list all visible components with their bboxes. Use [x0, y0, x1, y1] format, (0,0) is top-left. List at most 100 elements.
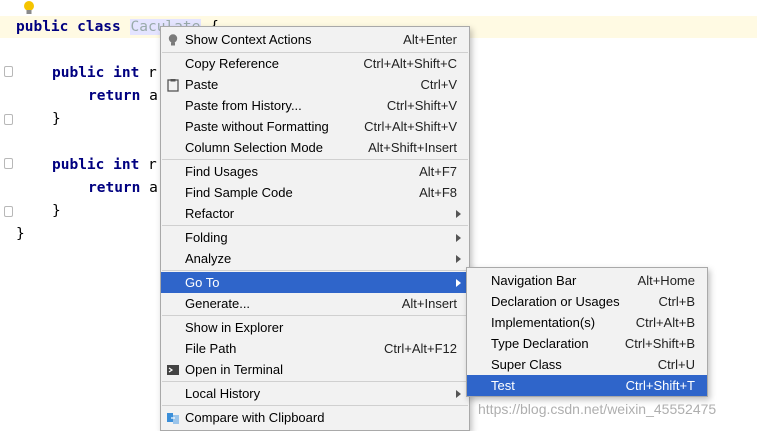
- menu-item-label: Find Usages: [185, 164, 258, 179]
- menu-item-paste-without-formatting[interactable]: Paste without Formatting Ctrl+Alt+Shift+…: [161, 116, 469, 137]
- menu-separator: [162, 405, 468, 406]
- menu-item-label: Paste from History...: [185, 98, 302, 113]
- menu-item-column-selection-mode[interactable]: Column Selection Mode Alt+Shift+Insert: [161, 137, 469, 158]
- code-text: a: [149, 88, 158, 104]
- submenu-arrow-icon: [456, 390, 461, 398]
- menu-separator: [162, 225, 468, 226]
- menu-item-label: Generate...: [185, 296, 251, 311]
- menu-item-label: Local History: [185, 386, 261, 401]
- code-line: return a: [88, 178, 158, 198]
- menu-item-label: Paste without Formatting: [185, 119, 329, 134]
- menu-item-label: Compare with Clipboard: [185, 410, 325, 425]
- fold-marker-icon[interactable]: [4, 206, 13, 217]
- menu-item-label: Implementation(s): [491, 315, 596, 330]
- watermark-text: https://blog.csdn.net/weixin_45552475: [478, 401, 717, 417]
- submenu-item-super-class[interactable]: Super Class Ctrl+U: [467, 354, 707, 375]
- menu-item-show-context-actions[interactable]: Show Context Actions Alt+Enter: [161, 29, 469, 50]
- menu-item-generate[interactable]: Generate... Alt+Insert: [161, 293, 469, 314]
- submenu-item-navigation-bar[interactable]: Navigation Bar Alt+Home: [467, 270, 707, 291]
- clipboard-icon: [167, 79, 179, 92]
- submenu-item-type-declaration[interactable]: Type Declaration Ctrl+Shift+B: [467, 333, 707, 354]
- submenu-arrow-icon: [456, 279, 461, 287]
- menu-item-label: Analyze: [185, 251, 232, 266]
- code-text: }: [52, 203, 61, 219]
- menu-item-label: File Path: [185, 341, 237, 356]
- menu-item-label: Paste: [185, 77, 219, 92]
- menu-item-label: Refactor: [185, 206, 235, 221]
- menu-item-label: Folding: [185, 230, 228, 245]
- lightbulb-icon: [168, 34, 178, 46]
- lightbulb-icon[interactable]: [22, 0, 36, 16]
- submenu-item-test[interactable]: Test Ctrl+Shift+T: [467, 375, 707, 396]
- menu-item-shortcut: Alt+Home: [637, 273, 695, 288]
- menu-item-file-path[interactable]: File Path Ctrl+Alt+F12: [161, 338, 469, 359]
- menu-item-label: Super Class: [491, 357, 562, 372]
- menu-item-shortcut: Ctrl+Alt+F12: [384, 341, 457, 356]
- code-text: r: [148, 65, 157, 81]
- menu-item-refactor[interactable]: Refactor: [161, 203, 469, 224]
- menu-item-label: Go To: [185, 275, 220, 290]
- fold-marker-icon[interactable]: [4, 66, 13, 77]
- menu-item-label: Type Declaration: [491, 336, 589, 351]
- menu-item-go-to[interactable]: Go To: [161, 272, 469, 293]
- menu-item-shortcut: Alt+Insert: [401, 296, 457, 311]
- terminal-icon: [167, 365, 179, 375]
- menu-item-shortcut: Ctrl+B: [658, 294, 695, 309]
- menu-item-copy-reference[interactable]: Copy Reference Ctrl+Alt+Shift+C: [161, 53, 469, 74]
- keyword: public class: [16, 19, 130, 35]
- menu-item-label: Copy Reference: [185, 56, 279, 71]
- menu-item-shortcut: Ctrl+Alt+B: [635, 315, 695, 330]
- menu-item-analyze[interactable]: Analyze: [161, 248, 469, 269]
- keyword: return: [88, 88, 150, 104]
- menu-item-shortcut: Ctrl+Shift+V: [386, 98, 457, 113]
- code-line: public int r: [52, 155, 157, 175]
- menu-item-shortcut: Ctrl+U: [657, 357, 695, 372]
- menu-separator: [162, 270, 468, 271]
- menu-item-shortcut: Ctrl+Alt+Shift+V: [364, 119, 457, 134]
- menu-item-shortcut: Alt+Shift+Insert: [368, 140, 457, 155]
- menu-separator: [162, 159, 468, 160]
- fold-marker-icon[interactable]: [4, 158, 13, 169]
- menu-item-open-in-terminal[interactable]: Open in Terminal: [161, 359, 469, 380]
- menu-item-shortcut: Alt+Enter: [403, 32, 457, 47]
- code-line: }: [52, 201, 61, 221]
- goto-submenu: Navigation Bar Alt+Home Declaration or U…: [466, 267, 708, 397]
- menu-item-label: Find Sample Code: [185, 185, 293, 200]
- code-text: r: [148, 157, 157, 173]
- menu-item-paste[interactable]: Paste Ctrl+V: [161, 74, 469, 95]
- menu-item-show-in-explorer[interactable]: Show in Explorer: [161, 317, 469, 338]
- compare-icon: [167, 413, 179, 424]
- menu-item-label: Declaration or Usages: [491, 294, 620, 309]
- submenu-arrow-icon: [456, 255, 461, 263]
- menu-item-shortcut: Ctrl+Shift+T: [625, 378, 695, 393]
- code-line: }: [52, 109, 61, 129]
- submenu-item-declaration-or-usages[interactable]: Declaration or Usages Ctrl+B: [467, 291, 707, 312]
- menu-item-label: Navigation Bar: [491, 273, 577, 288]
- menu-item-find-usages[interactable]: Find Usages Alt+F7: [161, 161, 469, 182]
- code-line: }: [16, 224, 25, 244]
- submenu-arrow-icon: [456, 210, 461, 218]
- keyword: return: [88, 180, 150, 196]
- menu-item-shortcut: Ctrl+V: [420, 77, 457, 92]
- keyword: public int: [52, 157, 149, 173]
- menu-item-label: Show in Explorer: [185, 320, 284, 335]
- submenu-arrow-icon: [456, 234, 461, 242]
- menu-separator: [162, 381, 468, 382]
- menu-item-local-history[interactable]: Local History: [161, 383, 469, 404]
- menu-item-compare-with-clipboard[interactable]: Compare with Clipboard: [161, 407, 469, 428]
- fold-marker-icon[interactable]: [4, 114, 13, 125]
- menu-item-label: Show Context Actions: [185, 32, 312, 47]
- menu-item-paste-from-history[interactable]: Paste from History... Ctrl+Shift+V: [161, 95, 469, 116]
- menu-item-label: Test: [491, 378, 515, 393]
- context-menu: Show Context Actions Alt+Enter Copy Refe…: [160, 26, 470, 431]
- submenu-item-implementations[interactable]: Implementation(s) Ctrl+Alt+B: [467, 312, 707, 333]
- code-text: a: [149, 180, 158, 196]
- menu-item-shortcut: Alt+F7: [419, 164, 457, 179]
- menu-separator: [162, 315, 468, 316]
- menu-item-folding[interactable]: Folding: [161, 227, 469, 248]
- code-line: public int r: [52, 63, 157, 83]
- code-text: }: [52, 111, 61, 127]
- menu-item-shortcut: Alt+F8: [419, 185, 457, 200]
- menu-item-label: Column Selection Mode: [185, 140, 324, 155]
- menu-item-find-sample-code[interactable]: Find Sample Code Alt+F8: [161, 182, 469, 203]
